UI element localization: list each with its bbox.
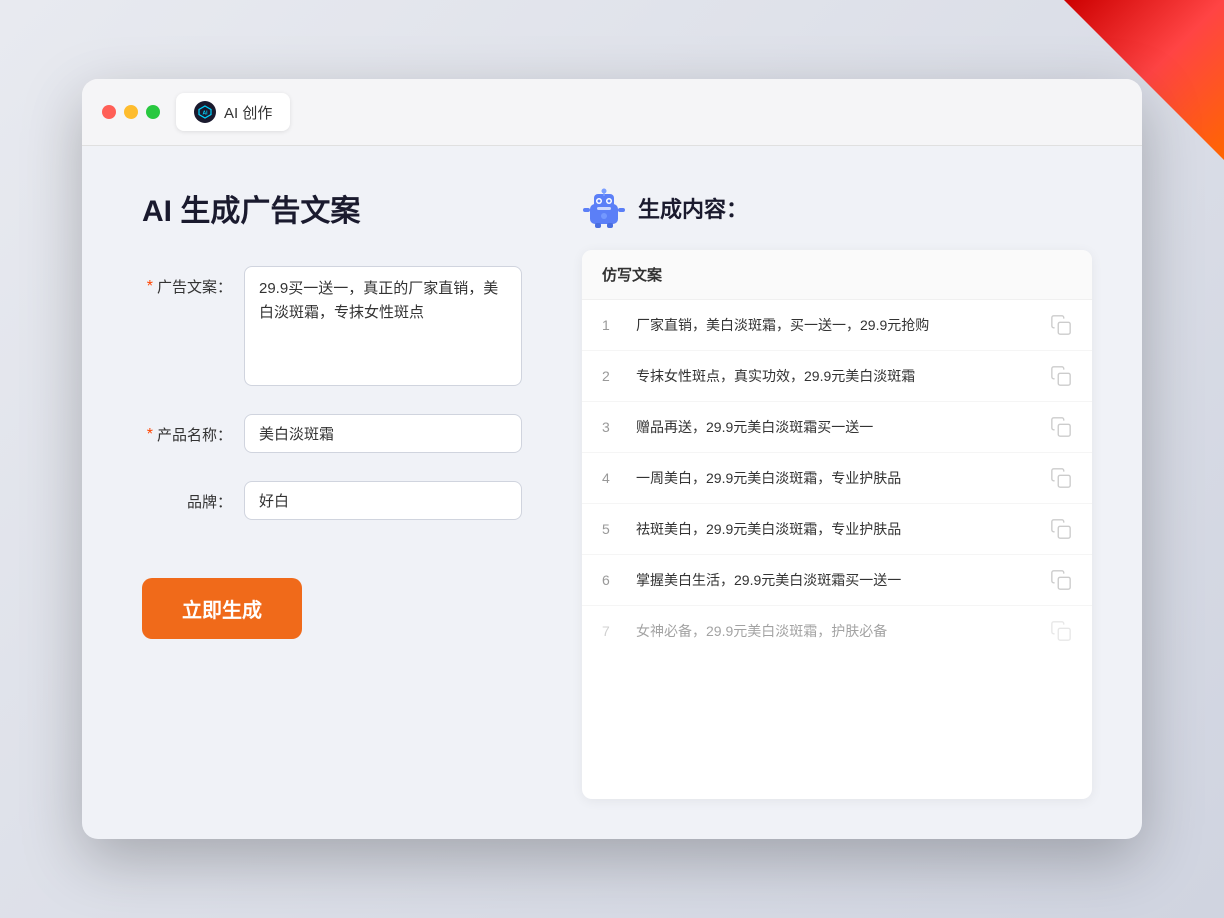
copy-icon[interactable]: [1050, 620, 1072, 642]
svg-text:AI: AI: [203, 111, 209, 117]
maximize-button[interactable]: [146, 105, 160, 119]
row-number: 6: [602, 572, 622, 588]
copy-icon[interactable]: [1050, 569, 1072, 591]
table-row[interactable]: 3 赠品再送，29.9元美白淡斑霜买一送一: [582, 402, 1092, 453]
table-row[interactable]: 1 厂家直销，美白淡斑霜，买一送一，29.9元抢购: [582, 300, 1092, 351]
brand-row: 品牌：: [142, 481, 522, 520]
tab-label: AI 创作: [224, 102, 272, 123]
copy-icon[interactable]: [1050, 416, 1072, 438]
ad-copy-label-container: * 广告文案：: [142, 266, 232, 297]
product-name-required-star: *: [147, 426, 153, 444]
row-text: 掌握美白生活，29.9元美白淡斑霜买一送一: [636, 570, 1036, 591]
row-text: 祛斑美白，29.9元美白淡斑霜，专业护肤品: [636, 519, 1036, 540]
browser-window: AI AI 创作 AI 生成广告文案 * 广告文案：: [82, 79, 1142, 839]
row-text: 赠品再送，29.9元美白淡斑霜买一送一: [636, 417, 1036, 438]
product-name-label-container: * 产品名称：: [142, 414, 232, 445]
row-text: 女神必备，29.9元美白淡斑霜，护肤必备: [636, 621, 1036, 642]
title-bar: AI AI 创作: [82, 79, 1142, 146]
minimize-button[interactable]: [124, 105, 138, 119]
result-header: 生成内容：: [582, 186, 1092, 230]
result-title: 生成内容：: [638, 192, 748, 224]
copy-icon[interactable]: [1050, 518, 1072, 540]
result-rows-container: 1 厂家直销，美白淡斑霜，买一送一，29.9元抢购 2 专抹女性斑点，真实功效，29…: [582, 300, 1092, 656]
brand-input[interactable]: [244, 481, 522, 520]
ad-copy-row: * 广告文案：: [142, 266, 522, 386]
table-row[interactable]: 4 一周美白，29.9元美白淡斑霜，专业护肤品: [582, 453, 1092, 504]
row-text: 专抹女性斑点，真实功效，29.9元美白淡斑霜: [636, 366, 1036, 387]
table-header: 仿写文案: [582, 250, 1092, 300]
brand-label-container: 品牌：: [142, 481, 232, 512]
copy-icon[interactable]: [1050, 314, 1072, 336]
traffic-lights: [102, 105, 160, 119]
table-row[interactable]: 7 女神必备，29.9元美白淡斑霜，护肤必备: [582, 606, 1092, 656]
table-row[interactable]: 6 掌握美白生活，29.9元美白淡斑霜买一送一: [582, 555, 1092, 606]
product-name-label: 产品名称：: [157, 424, 232, 445]
ad-copy-group: * 广告文案：: [142, 266, 522, 386]
row-number: 1: [602, 317, 622, 333]
ad-copy-textarea[interactable]: [244, 266, 522, 386]
copy-icon[interactable]: [1050, 467, 1072, 489]
product-name-row: * 产品名称：: [142, 414, 522, 453]
ai-tab[interactable]: AI AI 创作: [176, 93, 290, 131]
generate-button[interactable]: 立即生成: [142, 578, 302, 639]
row-number: 3: [602, 419, 622, 435]
main-content: AI 生成广告文案 * 广告文案： * 产品名称：: [82, 146, 1142, 839]
table-row[interactable]: 5 祛斑美白，29.9元美白淡斑霜，专业护肤品: [582, 504, 1092, 555]
page-title: AI 生成广告文案: [142, 186, 522, 230]
row-text: 厂家直销，美白淡斑霜，买一送一，29.9元抢购: [636, 315, 1036, 336]
row-number: 5: [602, 521, 622, 537]
left-panel: AI 生成广告文案 * 广告文案： * 产品名称：: [142, 186, 522, 799]
product-name-input[interactable]: [244, 414, 522, 453]
product-name-group: * 产品名称：: [142, 414, 522, 453]
row-number: 7: [602, 623, 622, 639]
right-panel: 生成内容： 仿写文案 1 厂家直销，美白淡斑霜，买一送一，29.9元抢购 2 专抹女…: [582, 186, 1092, 799]
ad-copy-required-star: *: [147, 278, 153, 296]
robot-icon: [582, 186, 626, 230]
ad-copy-label: 广告文案：: [157, 276, 232, 297]
brand-group: 品牌：: [142, 481, 522, 520]
brand-label: 品牌：: [187, 491, 232, 512]
result-table: 仿写文案 1 厂家直销，美白淡斑霜，买一送一，29.9元抢购 2 专抹女性斑点，真实…: [582, 250, 1092, 799]
copy-icon[interactable]: [1050, 365, 1072, 387]
table-row[interactable]: 2 专抹女性斑点，真实功效，29.9元美白淡斑霜: [582, 351, 1092, 402]
row-text: 一周美白，29.9元美白淡斑霜，专业护肤品: [636, 468, 1036, 489]
row-number: 4: [602, 470, 622, 486]
row-number: 2: [602, 368, 622, 384]
ai-tab-icon: AI: [194, 101, 216, 123]
close-button[interactable]: [102, 105, 116, 119]
